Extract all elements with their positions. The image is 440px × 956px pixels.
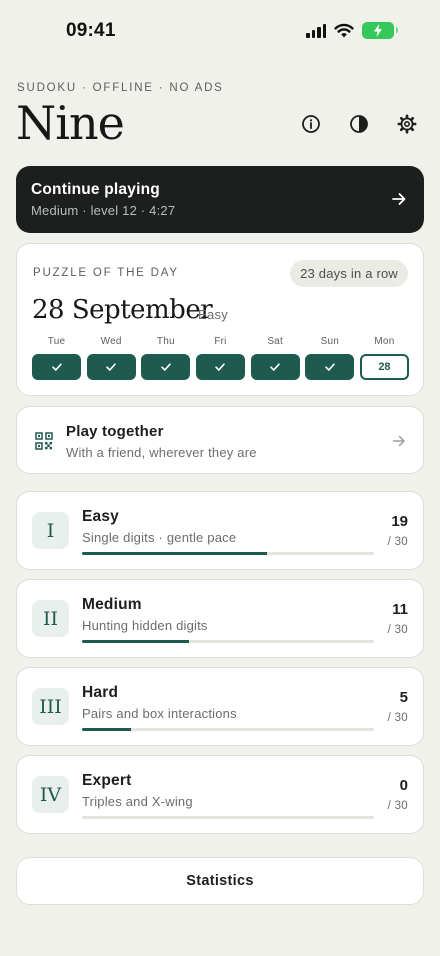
status-time: 09:41: [66, 20, 116, 41]
check-icon: [215, 363, 226, 371]
level-total-count: / 30: [387, 712, 408, 724]
level-subtitle: Pairs and box interactions: [82, 706, 237, 721]
continue-title: Continue playing: [31, 181, 160, 198]
status-icons: [306, 22, 398, 39]
level-card-hard[interactable]: III Hard Pairs and box interactions 5 / …: [16, 667, 424, 746]
level-card-easy[interactable]: I Easy Single digits · gentle pace 19 / …: [16, 491, 424, 570]
level-numeral-badge: IV: [32, 776, 69, 813]
day-mon[interactable]: Mon 28: [359, 336, 409, 380]
day-label: Wed: [100, 336, 122, 347]
level-progress-fill: [82, 552, 267, 555]
qr-code-icon: [35, 432, 53, 450]
day-label: Mon: [374, 336, 395, 347]
day-wed[interactable]: Wed: [86, 336, 136, 380]
level-progress-track: [82, 640, 374, 643]
level-progress-track: [82, 728, 374, 731]
day-complete: [86, 354, 136, 380]
level-total-count: / 30: [387, 536, 408, 548]
level-subtitle: Single digits · gentle pace: [82, 530, 237, 545]
contrast-icon: [350, 115, 368, 133]
day-label: Sat: [267, 336, 283, 347]
potd-date: 28 September: [32, 295, 213, 325]
level-solved-count: 19: [391, 513, 408, 530]
level-total-count: / 30: [387, 624, 408, 636]
header-actions: [296, 110, 422, 138]
level-solved-count: 0: [399, 777, 408, 794]
streak-badge: 23 days in a row: [290, 260, 408, 287]
status-bar: 09:41: [0, 0, 440, 60]
gear-icon: [397, 114, 417, 134]
level-progress-track: [82, 552, 374, 555]
info-icon: [302, 115, 320, 133]
continue-playing-card[interactable]: Continue playing Medium · level 12 · 4:2…: [16, 166, 424, 233]
day-complete: [305, 354, 355, 380]
level-numeral-badge: II: [32, 600, 69, 637]
check-icon: [161, 363, 171, 371]
statistics-button[interactable]: Statistics: [16, 857, 424, 905]
day-tue[interactable]: Tue: [32, 336, 81, 380]
level-numeral-badge: III: [32, 688, 69, 725]
day-fri[interactable]: Fri: [195, 336, 245, 380]
app-title: Nine: [16, 96, 125, 150]
check-icon: [270, 363, 280, 371]
day-label: Thu: [156, 336, 175, 347]
cellular-signal-icon: [306, 23, 326, 38]
level-title: Expert: [82, 772, 132, 789]
level-title: Easy: [82, 508, 119, 525]
day-sun[interactable]: Sun: [305, 336, 355, 380]
day-label: Fri: [214, 336, 227, 347]
level-progress-track: [82, 816, 374, 819]
day-complete: [250, 354, 300, 380]
level-total-count: / 30: [387, 800, 408, 812]
info-button[interactable]: [296, 110, 326, 138]
play-together-title: Play together: [66, 423, 164, 440]
battery-charging-icon: [362, 22, 398, 39]
level-solved-count: 11: [392, 601, 408, 618]
level-progress-fill: [82, 728, 131, 731]
level-subtitle: Hunting hidden digits: [82, 618, 208, 633]
puzzle-of-the-day-card[interactable]: PUZZLE OF THE DAY 23 days in a row 28 Se…: [16, 243, 424, 396]
level-card-expert[interactable]: IV Expert Triples and X-wing 0 / 30: [16, 755, 424, 834]
level-card-medium[interactable]: II Medium Hunting hidden digits 11 / 30: [16, 579, 424, 658]
wifi-icon: [334, 23, 354, 38]
potd-difficulty: Easy: [198, 307, 229, 322]
level-numeral-badge: I: [32, 512, 69, 549]
day-label: Sun: [320, 336, 339, 347]
app-eyebrow: SUDOKU · OFFLINE · NO ADS: [17, 82, 224, 94]
settings-button[interactable]: [392, 110, 422, 138]
arrow-right-icon: [392, 193, 406, 205]
play-together-subtitle: With a friend, wherever they are: [66, 445, 257, 460]
day-sat[interactable]: Sat: [250, 336, 300, 380]
continue-subtitle: Medium · level 12 · 4:27: [31, 203, 176, 218]
level-progress-fill: [82, 640, 190, 643]
level-title: Medium: [82, 596, 142, 613]
day-thu[interactable]: Thu: [141, 336, 191, 380]
level-subtitle: Triples and X-wing: [82, 794, 193, 809]
level-title: Hard: [82, 684, 119, 701]
week-strip: Tue Wed Thu Fri Sat Sun Mon 28: [32, 336, 409, 380]
theme-toggle-button[interactable]: [344, 110, 374, 138]
check-icon: [324, 363, 335, 371]
arrow-right-icon: [392, 435, 405, 447]
day-complete: [32, 354, 81, 380]
day-complete: [195, 354, 245, 380]
check-icon: [51, 363, 62, 371]
day-label: Tue: [47, 336, 66, 347]
level-solved-count: 5: [399, 689, 408, 706]
check-icon: [106, 363, 116, 371]
day-today: 28: [359, 354, 409, 380]
day-complete: [141, 354, 191, 380]
potd-label: PUZZLE OF THE DAY: [33, 267, 179, 279]
play-together-card[interactable]: Play together With a friend, wherever th…: [16, 406, 424, 474]
